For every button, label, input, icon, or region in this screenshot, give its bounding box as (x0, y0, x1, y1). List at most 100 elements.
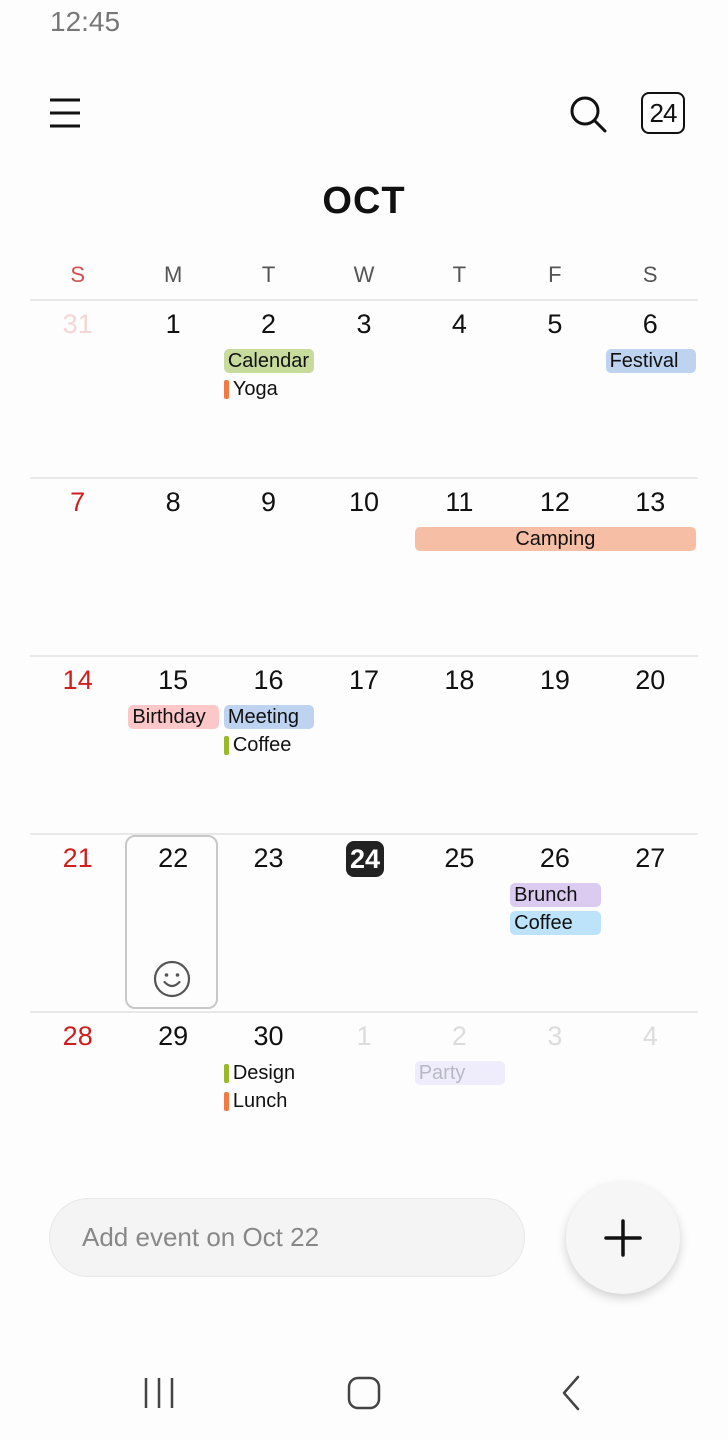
day-number: 6 (642, 309, 658, 339)
day-number: 20 (635, 665, 666, 695)
day-number: 15 (158, 665, 189, 695)
day-cell[interactable]: 4 (412, 301, 507, 479)
today-button[interactable]: 24 (641, 92, 685, 134)
day-number: 11 (445, 487, 474, 517)
day-cell[interactable]: 9 (221, 479, 316, 657)
day-cell[interactable]: 7 (30, 479, 125, 657)
day-cell[interactable]: 20 (603, 657, 698, 835)
event-item[interactable]: Coffee (223, 733, 291, 757)
week-row: 31 1 2 3 4 5 6 Calendar Yoga Festival (30, 299, 698, 479)
day-number: 19 (539, 665, 570, 695)
day-number: 4 (642, 1021, 658, 1051)
add-event-button[interactable] (566, 1182, 680, 1294)
event-item[interactable]: Yoga (223, 377, 278, 401)
day-cell[interactable]: 15 (125, 657, 220, 835)
home-icon[interactable] (344, 1373, 384, 1413)
today-marker[interactable]: 24 (346, 841, 384, 877)
day-number: 3 (547, 1021, 563, 1051)
event-chip[interactable]: Birthday (128, 705, 219, 729)
day-number: 26 (539, 843, 570, 873)
week-row: 14 15 16 17 18 19 20 Birthday Meeting Coffee (30, 655, 698, 835)
day-cell[interactable]: 23 (221, 835, 316, 1013)
day-number: 17 (348, 665, 379, 695)
day-cell[interactable]: 3 (316, 301, 411, 479)
day-cell[interactable]: 25 (412, 835, 507, 1013)
event-chip[interactable]: Coffee (510, 911, 601, 935)
day-cell[interactable]: 3 (507, 1013, 602, 1191)
day-cell[interactable]: 8 (125, 479, 220, 657)
day-number: 12 (539, 487, 570, 517)
event-chip[interactable]: Party (414, 1061, 506, 1085)
system-nav-bar (0, 1365, 728, 1420)
day-number: 21 (62, 843, 93, 873)
weekday-label: S (642, 262, 658, 287)
day-number: 5 (547, 309, 563, 339)
weekday-label: M (163, 262, 183, 287)
day-cell[interactable]: 14 (30, 657, 125, 835)
day-number: 8 (165, 487, 181, 517)
day-number: 29 (158, 1021, 189, 1051)
day-number: 2 (261, 309, 277, 339)
event-item[interactable]: Lunch (223, 1089, 287, 1113)
smiley-face-icon[interactable] (153, 960, 191, 998)
status-time: 12:45 (50, 6, 121, 37)
day-number: 7 (70, 487, 86, 517)
day-cell[interactable]: 2 (412, 1013, 507, 1191)
weekday-label: F (548, 262, 562, 287)
day-cell[interactable]: 13 (603, 479, 698, 657)
week-row: 28 29 30 1 2 3 4 Design Lunch Party (30, 1011, 698, 1191)
month-title[interactable]: OCT (0, 180, 728, 223)
weekday-label: S (70, 262, 86, 287)
day-number: 18 (444, 665, 475, 695)
event-chip[interactable]: Festival (605, 349, 696, 373)
weekday-label: T (452, 262, 467, 287)
weekday-label: W (353, 262, 375, 287)
day-cell[interactable]: 19 (507, 657, 602, 835)
weekday-header: SMTWTFS (30, 262, 698, 288)
day-number: 4 (451, 309, 467, 339)
day-cell[interactable]: 1 (316, 1013, 411, 1191)
day-cell[interactable]: 10 (316, 479, 411, 657)
add-event-input[interactable]: Add event on Oct 22 (49, 1198, 525, 1277)
plus-icon (604, 1219, 642, 1257)
day-number: 2 (451, 1021, 467, 1051)
day-number: 9 (261, 487, 277, 517)
event-item[interactable]: Design (223, 1061, 295, 1085)
week-row: 7 8 9 10 11 12 13 Camping (30, 477, 698, 657)
day-number: 3 (356, 309, 372, 339)
day-cell[interactable]: 17 (316, 657, 411, 835)
day-cell[interactable]: 28 (30, 1013, 125, 1191)
day-number: 23 (253, 843, 284, 873)
back-icon[interactable] (552, 1373, 592, 1413)
event-chip[interactable]: Camping (414, 527, 696, 551)
event-chip[interactable]: Brunch (510, 883, 601, 907)
day-cell[interactable]: 29 (125, 1013, 220, 1191)
day-cell[interactable]: 27 (603, 835, 698, 1013)
day-cell[interactable]: 4 (603, 1013, 698, 1191)
day-number: 13 (635, 487, 666, 517)
day-number: 10 (348, 487, 379, 517)
search-icon[interactable] (568, 94, 608, 134)
weekday-label: T (261, 262, 276, 287)
day-number: 25 (444, 843, 475, 873)
event-chip[interactable]: Calendar (223, 349, 315, 373)
day-number: 14 (62, 665, 93, 695)
day-cell[interactable]: 6 (603, 301, 698, 479)
hamburger-menu-icon[interactable] (48, 96, 82, 130)
day-cell[interactable]: 31 (30, 301, 125, 479)
day-cell[interactable]: 5 (507, 301, 602, 479)
day-cell[interactable]: 18 (412, 657, 507, 835)
event-chip[interactable]: Meeting (223, 705, 315, 729)
day-cell[interactable]: 1 (125, 301, 220, 479)
day-number: 30 (253, 1021, 284, 1051)
day-number: 28 (62, 1021, 93, 1051)
day-cell[interactable]: 12 (507, 479, 602, 657)
day-cell[interactable]: 11 (412, 479, 507, 657)
day-number: 27 (635, 843, 666, 873)
day-number: 1 (165, 309, 181, 339)
day-cell[interactable]: 21 (30, 835, 125, 1013)
day-number: 31 (62, 309, 93, 339)
day-number: 1 (356, 1021, 372, 1051)
recent-apps-icon[interactable] (140, 1373, 180, 1413)
day-number: 16 (253, 665, 284, 695)
